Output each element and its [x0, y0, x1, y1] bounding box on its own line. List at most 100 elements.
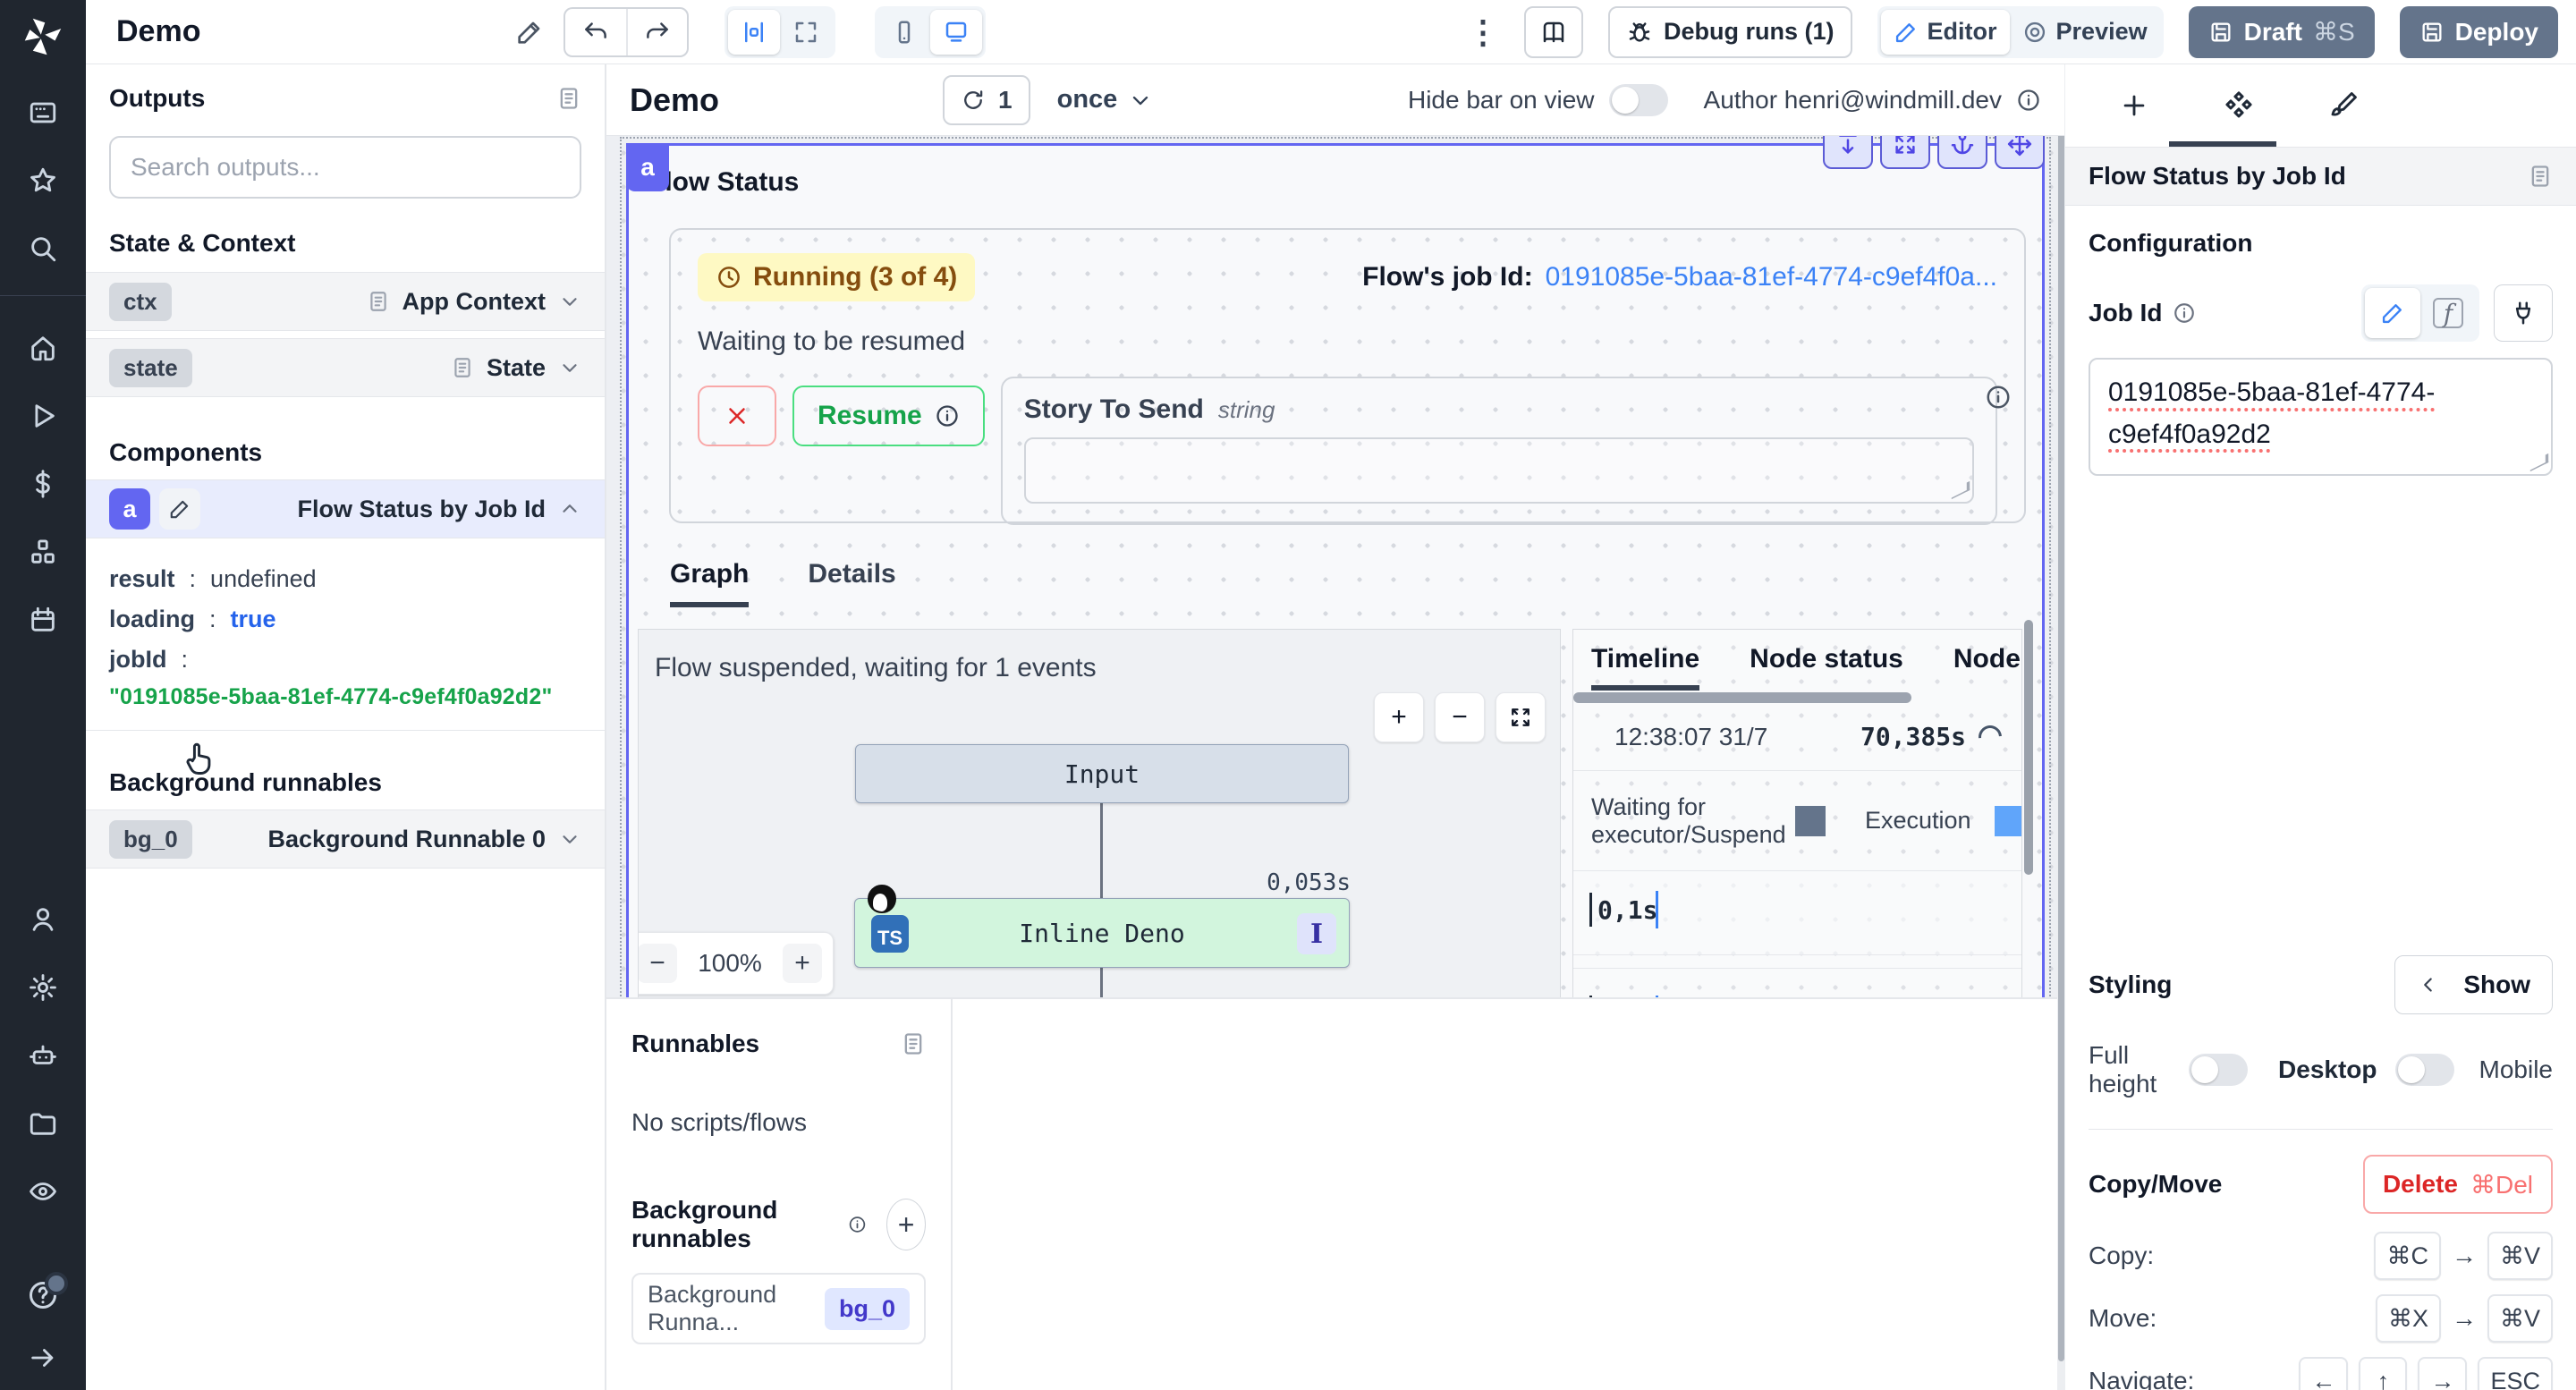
- bg-runnable-item[interactable]: Background Runna... bg_0: [631, 1273, 926, 1344]
- add-bg-runnable-button[interactable]: +: [886, 1199, 926, 1250]
- preview-tab[interactable]: Preview: [2010, 10, 2160, 55]
- zoom-in-button[interactable]: +: [1374, 692, 1424, 742]
- chevron-down-icon[interactable]: [558, 827, 581, 851]
- chevron-down-icon[interactable]: [558, 290, 581, 313]
- connect-plug-button[interactable]: [2494, 284, 2553, 342]
- tab-details[interactable]: Details: [808, 559, 895, 607]
- app-canvas[interactable]: a Flow Status Running (3 of 4) Flow's jo…: [606, 136, 2064, 997]
- refresh-count-button[interactable]: 1: [943, 75, 1030, 125]
- zoom-plus-button[interactable]: +: [783, 944, 822, 983]
- prop-key[interactable]: jobId: [109, 646, 166, 674]
- component-vertical-scrollbar[interactable]: [2024, 620, 2033, 875]
- draft-save-button[interactable]: Draft ⌘S: [2189, 6, 2375, 58]
- desktop-view-button[interactable]: [930, 10, 982, 55]
- schedules-icon[interactable]: [27, 604, 59, 636]
- info-icon[interactable]: [2173, 301, 2196, 325]
- cancel-button[interactable]: [698, 386, 776, 446]
- outputs-search[interactable]: [109, 136, 581, 199]
- prop-key[interactable]: result: [109, 565, 175, 593]
- fit-view-button[interactable]: [1496, 692, 1546, 742]
- deploy-button[interactable]: Deploy: [2400, 6, 2558, 58]
- workers-icon[interactable]: [27, 1039, 59, 1072]
- undo-button[interactable]: [565, 9, 626, 55]
- chevron-down-icon[interactable]: [558, 356, 581, 379]
- collapse-arrow-icon[interactable]: [27, 1342, 59, 1374]
- help-icon[interactable]: [27, 1279, 59, 1311]
- runs-icon[interactable]: [27, 400, 59, 432]
- move-button[interactable]: [1995, 136, 2045, 169]
- static-input-mode-button[interactable]: [2365, 288, 2420, 338]
- ctx-row[interactable]: ctx App Context: [86, 272, 605, 331]
- story-to-send-textarea[interactable]: [1024, 437, 1974, 504]
- expression-input-mode-button[interactable]: f: [2420, 288, 2476, 338]
- rename-pencil-icon[interactable]: [515, 18, 544, 47]
- apps-icon[interactable]: [27, 97, 59, 129]
- full-width-layout-button[interactable]: [780, 10, 832, 55]
- chevron-up-icon[interactable]: [558, 497, 581, 521]
- styling-brush-tab[interactable]: [2328, 90, 2359, 121]
- job-id-input[interactable]: 0191085e-5baa-81ef-4774- c9ef4f0a92d2: [2089, 358, 2553, 476]
- tab-graph[interactable]: Graph: [670, 559, 749, 607]
- component-a-row[interactable]: a Flow Status by Job Id: [86, 479, 605, 538]
- zoom-minus-button[interactable]: −: [638, 944, 677, 983]
- state-row[interactable]: state State: [86, 338, 605, 397]
- docs-book-button[interactable]: [1524, 6, 1583, 58]
- full-height-toggle[interactable]: [2189, 1054, 2248, 1086]
- panel-doc-icon[interactable]: [2528, 164, 2553, 189]
- home-icon[interactable]: [27, 332, 59, 364]
- more-menu-kebab-icon[interactable]: ⋮: [1467, 13, 1499, 51]
- hide-bar-toggle[interactable]: [1609, 84, 1668, 116]
- desktop-toggle[interactable]: [2395, 1054, 2454, 1086]
- debug-runs-button[interactable]: Debug runs (1): [1608, 6, 1852, 58]
- resize-handle[interactable]: [1952, 481, 1970, 499]
- node-id-chip: I: [1297, 913, 1336, 954]
- job-id-link[interactable]: 0191085e-5baa-81ef-4774-c9ef4f0a...: [1546, 262, 1997, 292]
- panel-resize-divider[interactable]: [2057, 64, 2065, 1390]
- resize-handle[interactable]: [2530, 453, 2548, 471]
- resources-icon[interactable]: [27, 536, 59, 568]
- runnables-doc-icon[interactable]: [901, 1031, 926, 1056]
- variables-icon[interactable]: [27, 468, 59, 500]
- tab-node-status[interactable]: Node status: [1750, 644, 1903, 691]
- component-a-label: Flow Status by Job Id: [297, 496, 546, 523]
- favorites-star-icon[interactable]: [27, 165, 59, 197]
- component-rename-pencil-icon[interactable]: [159, 488, 200, 530]
- tab-timeline[interactable]: Timeline: [1591, 644, 1699, 691]
- outputs-doc-icon[interactable]: [556, 86, 581, 111]
- prop-key[interactable]: loading: [109, 606, 195, 633]
- redo-button[interactable]: [626, 9, 687, 55]
- search-icon[interactable]: [27, 233, 59, 265]
- info-icon[interactable]: [848, 1212, 867, 1237]
- flow-status-component[interactable]: a Flow Status Running (3 of 4) Flow's jo…: [626, 143, 2045, 997]
- fullscreen-button[interactable]: [1880, 136, 1930, 169]
- save-icon: [2208, 20, 2233, 45]
- info-icon[interactable]: [1985, 384, 2012, 411]
- anchor-button[interactable]: [1937, 136, 1987, 169]
- mobile-view-button[interactable]: [878, 10, 930, 55]
- users-icon[interactable]: [27, 903, 59, 936]
- flow-node-inline-deno[interactable]: TS Inline Deno I: [854, 898, 1350, 968]
- bg-runnables-title: Background runnables: [631, 1196, 835, 1253]
- outputs-search-input[interactable]: [131, 153, 560, 182]
- expand-down-button[interactable]: [1823, 136, 1873, 169]
- flow-graph-panel[interactable]: Flow suspended, waiting for 1 events + −…: [638, 629, 1561, 997]
- refresh-schedule-select[interactable]: once: [1057, 85, 1154, 114]
- folders-icon[interactable]: [27, 1107, 59, 1140]
- center-layout-button[interactable]: [728, 10, 780, 55]
- resume-button[interactable]: Resume: [792, 386, 985, 446]
- component-settings-tab[interactable]: [2223, 89, 2255, 122]
- delete-component-button[interactable]: Delete ⌘Del: [2363, 1155, 2553, 1214]
- windmill-logo-icon[interactable]: [19, 13, 67, 61]
- styling-show-button[interactable]: Show: [2394, 955, 2553, 1014]
- audit-eye-icon[interactable]: [27, 1175, 59, 1208]
- insert-component-tab[interactable]: [2119, 90, 2149, 121]
- doc-icon: [451, 356, 474, 379]
- info-icon[interactable]: [2016, 88, 2041, 113]
- timeline-horizontal-scrollbar[interactable]: [1573, 692, 1911, 703]
- bg-runnable-row[interactable]: bg_0 Background Runnable 0: [86, 809, 605, 869]
- settings-gear-icon[interactable]: [27, 971, 59, 1004]
- zoom-out-button[interactable]: −: [1435, 692, 1485, 742]
- editor-tab[interactable]: Editor: [1881, 10, 2010, 55]
- flow-node-input[interactable]: Input: [855, 744, 1349, 803]
- tab-node-definition[interactable]: Node: [1953, 644, 2021, 691]
